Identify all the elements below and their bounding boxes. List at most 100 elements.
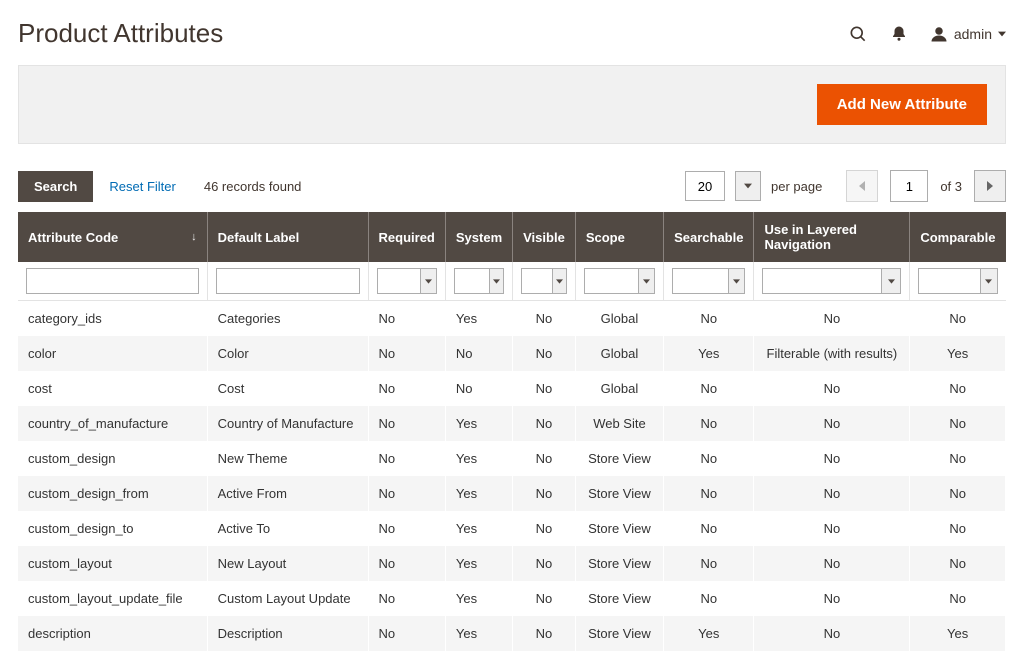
- filter-searchable-select[interactable]: [672, 268, 729, 294]
- reset-filter-link[interactable]: Reset Filter: [109, 179, 175, 194]
- cell-comparable: No: [910, 301, 1006, 337]
- cell-default-label: Country of Manufacture: [207, 406, 368, 441]
- filter-required-select[interactable]: [377, 268, 422, 294]
- global-actions: admin: [848, 24, 1006, 44]
- cell-required: No: [368, 336, 445, 371]
- cell-default-label: Color: [207, 336, 368, 371]
- cell-required: No: [368, 476, 445, 511]
- cell-system: No: [445, 371, 512, 406]
- cell-searchable: No: [664, 476, 754, 511]
- cell-layered: Filterable (with results): [754, 336, 910, 371]
- table-row[interactable]: custom_design_toActive ToNoYesNoStore Vi…: [18, 511, 1006, 546]
- filter-layered-dropdown-button[interactable]: [882, 268, 901, 294]
- cell-comparable: No: [910, 511, 1006, 546]
- cell-system: No: [445, 336, 512, 371]
- per-page-control: per page: [685, 171, 846, 201]
- search-button[interactable]: Search: [18, 171, 93, 202]
- cell-scope: Store View: [575, 511, 663, 546]
- cell-visible: No: [513, 616, 576, 651]
- grid-toolbar: Search Reset Filter 46 records found per…: [18, 170, 1006, 202]
- cell-attribute-code: custom_design: [18, 441, 207, 476]
- cell-visible: No: [513, 546, 576, 581]
- cell-layered: No: [754, 476, 910, 511]
- filter-visible-dropdown-button[interactable]: [553, 268, 567, 294]
- pager-current-page-input[interactable]: [890, 170, 928, 202]
- filter-system-select[interactable]: [454, 268, 490, 294]
- cell-default-label: New Layout: [207, 546, 368, 581]
- filter-attribute-code-input[interactable]: [26, 268, 199, 294]
- filter-layered-select[interactable]: [762, 268, 882, 294]
- table-row[interactable]: descriptionDescriptionNoYesNoStore ViewY…: [18, 616, 1006, 651]
- filter-scope-dropdown-button[interactable]: [639, 268, 655, 294]
- filter-required-dropdown-button[interactable]: [421, 268, 437, 294]
- cell-system: Yes: [445, 476, 512, 511]
- cell-attribute-code: color: [18, 336, 207, 371]
- cell-scope: Global: [575, 371, 663, 406]
- per-page-dropdown-button[interactable]: [735, 171, 761, 201]
- table-row[interactable]: costCostNoNoNoGlobalNoNoNo: [18, 371, 1006, 406]
- pager-next-button[interactable]: [974, 170, 1006, 202]
- per-page-input[interactable]: [685, 171, 725, 201]
- chevron-left-icon: [858, 181, 866, 191]
- cell-visible: No: [513, 476, 576, 511]
- col-searchable-label: Searchable: [674, 230, 743, 245]
- chevron-down-icon: [643, 278, 650, 285]
- cell-searchable: Yes: [664, 336, 754, 371]
- col-comparable-header[interactable]: Comparable: [910, 212, 1006, 262]
- col-scope-header[interactable]: Scope: [575, 212, 663, 262]
- col-visible-header[interactable]: Visible: [513, 212, 576, 262]
- user-name-label: admin: [954, 26, 992, 42]
- table-row[interactable]: custom_layoutNew LayoutNoYesNoStore View…: [18, 546, 1006, 581]
- action-bar: Add New Attribute: [18, 65, 1006, 144]
- filter-scope-select[interactable]: [584, 268, 639, 294]
- col-layered-label: Use in Layered Navigation: [764, 222, 857, 252]
- cell-attribute-code: custom_layout_update_file: [18, 581, 207, 616]
- filter-system-dropdown-button[interactable]: [490, 268, 504, 294]
- table-row[interactable]: country_of_manufactureCountry of Manufac…: [18, 406, 1006, 441]
- bell-icon[interactable]: [890, 25, 908, 43]
- table-row[interactable]: custom_designNew ThemeNoYesNoStore ViewN…: [18, 441, 1006, 476]
- table-row[interactable]: colorColorNoNoNoGlobalYesFilterable (wit…: [18, 336, 1006, 371]
- user-menu[interactable]: admin: [930, 25, 1006, 43]
- cell-searchable: No: [664, 406, 754, 441]
- chevron-down-icon: [985, 278, 992, 285]
- filter-searchable-dropdown-button[interactable]: [729, 268, 746, 294]
- cell-layered: No: [754, 546, 910, 581]
- filter-visible-select[interactable]: [521, 268, 553, 294]
- table-row[interactable]: custom_layout_update_fileCustom Layout U…: [18, 581, 1006, 616]
- col-required-header[interactable]: Required: [368, 212, 445, 262]
- filter-default-label-input[interactable]: [216, 268, 360, 294]
- cell-required: No: [368, 406, 445, 441]
- grid-header-row: Attribute Code↓ Default Label Required S…: [18, 212, 1006, 262]
- cell-attribute-code: cost: [18, 371, 207, 406]
- table-row[interactable]: custom_design_fromActive FromNoYesNoStor…: [18, 476, 1006, 511]
- filter-comparable-select[interactable]: [918, 268, 980, 294]
- chevron-down-icon: [556, 278, 563, 285]
- col-default-label-header[interactable]: Default Label: [207, 212, 368, 262]
- col-default-label-label: Default Label: [218, 230, 300, 245]
- cell-default-label: Description: [207, 616, 368, 651]
- cell-attribute-code: category_ids: [18, 301, 207, 337]
- col-visible-label: Visible: [523, 230, 565, 245]
- cell-visible: No: [513, 336, 576, 371]
- table-row[interactable]: category_idsCategoriesNoYesNoGlobalNoNoN…: [18, 301, 1006, 337]
- pager-total-label: of 3: [940, 179, 962, 194]
- col-layered-header[interactable]: Use in Layered Navigation: [754, 212, 910, 262]
- cell-comparable: Yes: [910, 616, 1006, 651]
- cell-searchable: Yes: [664, 616, 754, 651]
- col-attribute-code-label: Attribute Code: [28, 230, 118, 245]
- cell-scope: Global: [575, 301, 663, 337]
- col-attribute-code-header[interactable]: Attribute Code↓: [18, 212, 207, 262]
- cell-scope: Web Site: [575, 406, 663, 441]
- pager-prev-button[interactable]: [846, 170, 878, 202]
- cell-visible: No: [513, 581, 576, 616]
- col-system-header[interactable]: System: [445, 212, 512, 262]
- col-searchable-header[interactable]: Searchable: [664, 212, 754, 262]
- per-page-label: per page: [771, 179, 822, 194]
- cell-searchable: No: [664, 371, 754, 406]
- cell-scope: Global: [575, 336, 663, 371]
- filter-comparable-dropdown-button[interactable]: [981, 268, 998, 294]
- add-new-attribute-button[interactable]: Add New Attribute: [817, 84, 987, 125]
- search-icon[interactable]: [848, 24, 868, 44]
- chevron-down-icon: [493, 278, 500, 285]
